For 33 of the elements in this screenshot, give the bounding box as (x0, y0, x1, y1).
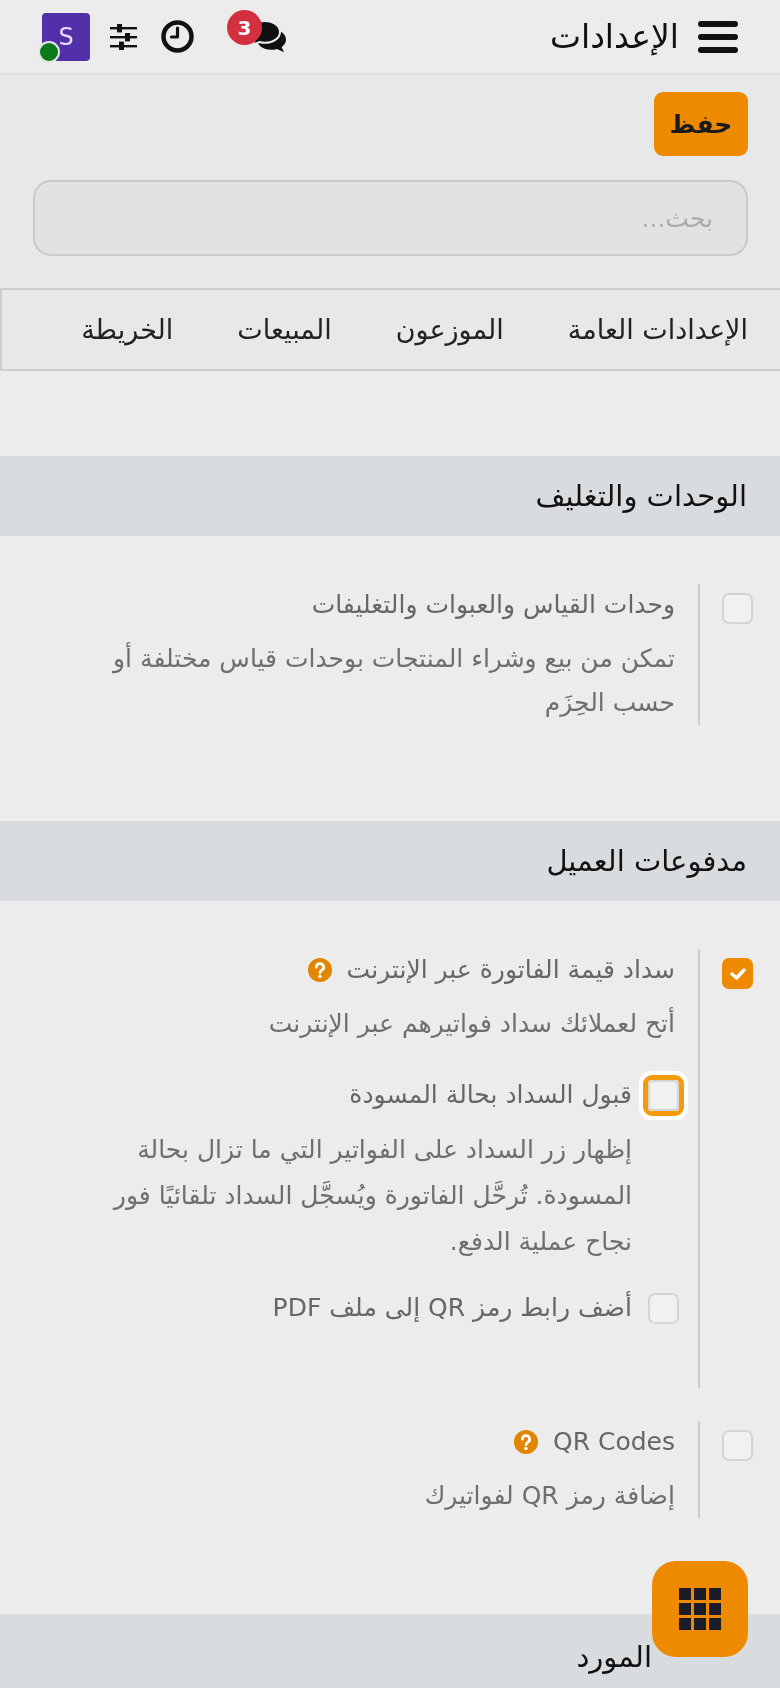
setting-title: QR Codes (552, 1426, 675, 1458)
tab[interactable]: الموزعون (363, 290, 536, 369)
setting-title: وحدات القياس والعبوات والتغليفات (311, 589, 675, 622)
tab[interactable]: الخريطة (49, 290, 206, 369)
grid-icon (679, 1588, 721, 1630)
page-title: الإعدادات (549, 15, 679, 58)
section-header: الوحدات والتغليف (0, 456, 780, 536)
checkbox[interactable] (722, 1430, 753, 1461)
help-icon[interactable] (513, 1430, 538, 1454)
checkbox[interactable] (722, 958, 753, 989)
setting-title: قبول السداد بحالة المسودة (349, 1079, 632, 1111)
tab[interactable]: الإعدادات العامة (535, 290, 780, 369)
setting-description: تمكن من بيع وشراء المنتجات بوحدات قياس مختلفة أو حسب الحِزَم (111, 641, 675, 719)
setting-description: إظهار زر السداد على الفواتير التي ما تزال بحالة المسودة. تُرحَّل الفاتورة ويُسجَّل السداد تلقائيًا فور نجاح عملية الدفع. (111, 1134, 632, 1258)
apps-button[interactable] (652, 1561, 748, 1657)
setting-title: سداد قيمة الفاتورة عبر الإنترنت (346, 954, 675, 986)
check-icon (729, 967, 746, 980)
checkbox[interactable] (648, 1293, 679, 1324)
checkbox[interactable] (639, 1071, 688, 1120)
sliders-icon[interactable] (110, 23, 137, 50)
save-button[interactable]: حفظ (654, 92, 748, 156)
setting-description: إضافة رمز QR لفواتيرك (423, 1480, 675, 1512)
checkbox[interactable] (722, 593, 753, 624)
setting-title: أضف رابط رمز QR إلى ملف PDF (272, 1290, 632, 1324)
setting-description: أتح لعملائك سداد فواتيرهم عبر الإنترنت (267, 1006, 675, 1040)
clock-icon[interactable] (161, 20, 194, 53)
search-field[interactable]: بحث... (33, 180, 748, 256)
section-header: مدفوعات العميل (0, 821, 780, 901)
menu-icon[interactable] (698, 20, 738, 53)
notification-badge: 3 (227, 10, 262, 45)
section-header: المورد (0, 1614, 780, 1688)
help-icon[interactable] (307, 958, 332, 982)
tab[interactable]: المبيعات (205, 290, 364, 369)
